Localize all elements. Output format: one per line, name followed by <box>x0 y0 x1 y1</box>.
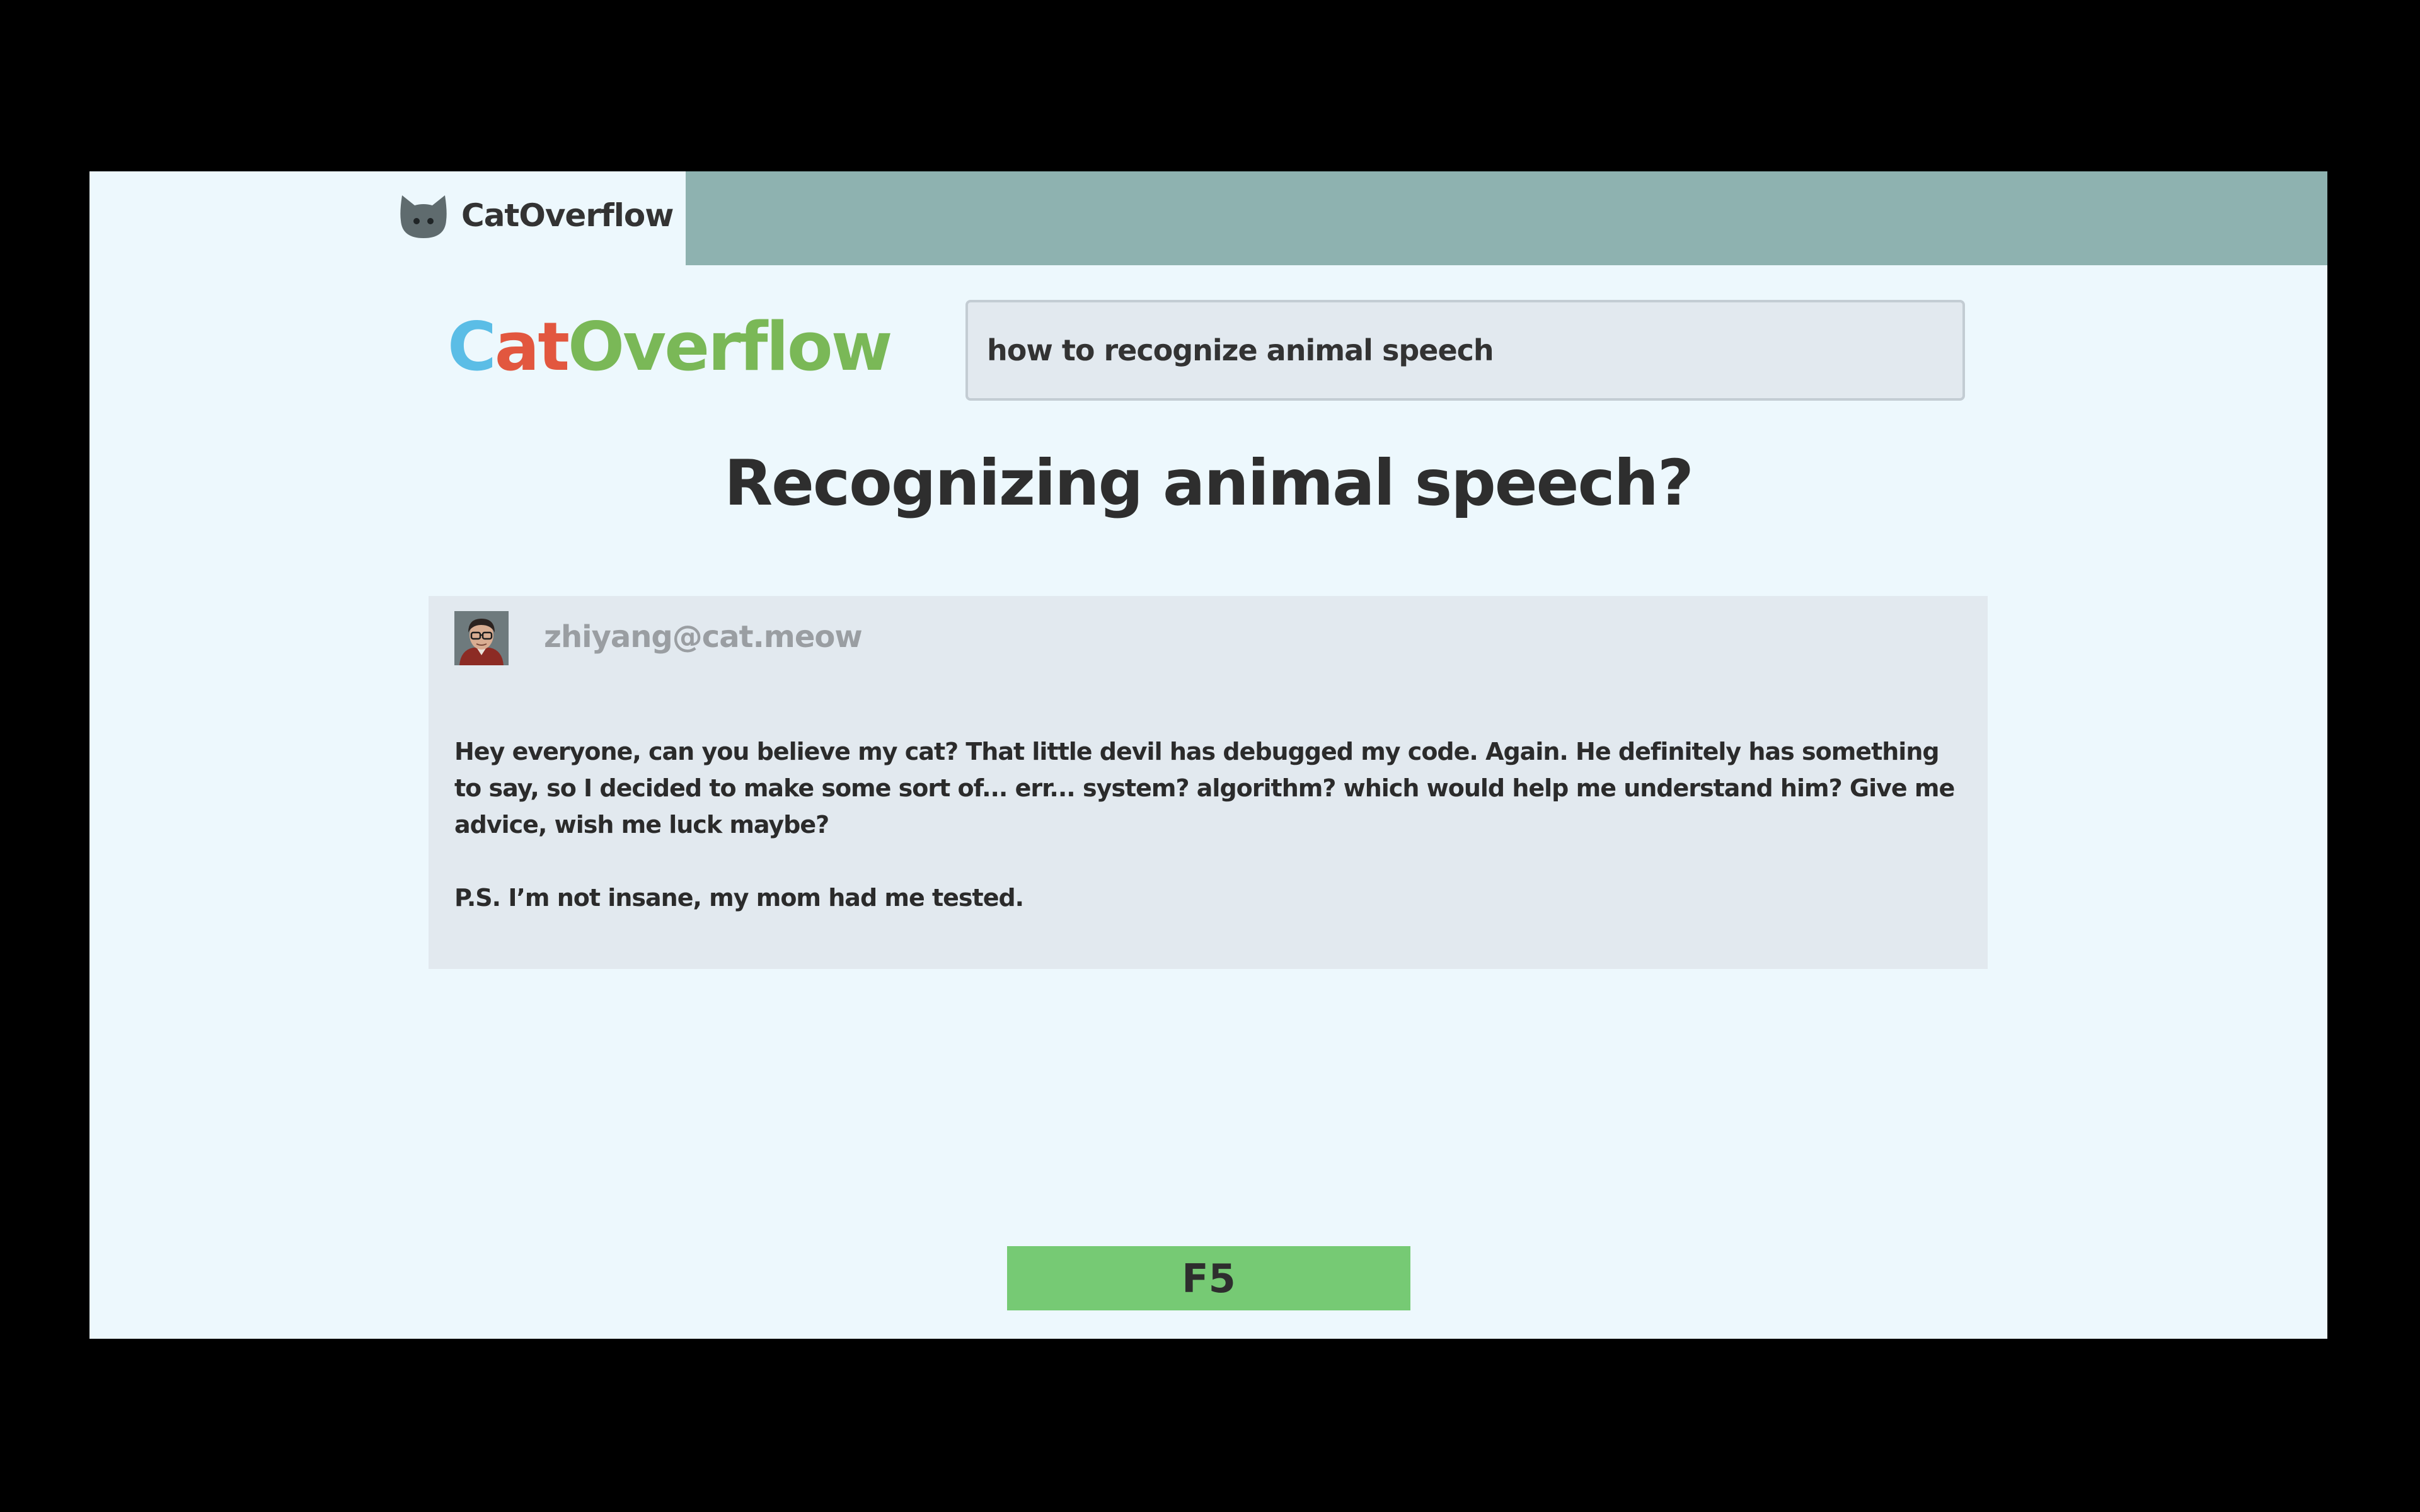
refresh-button[interactable]: F5 <box>1007 1246 1410 1310</box>
logo-part-c: C <box>447 308 497 386</box>
question-title: Recognizing animal speech? <box>724 446 1694 520</box>
logo-part-overflow: Overflow <box>568 308 893 386</box>
question-post: zhiyang@cat.meow Hey everyone, can you b… <box>429 596 1988 969</box>
cat-head-icon <box>400 195 447 238</box>
author-email[interactable]: zhiyang@cat.meow <box>544 615 863 659</box>
search-input[interactable] <box>965 300 1965 401</box>
tab-title: CatOverflow <box>461 197 674 234</box>
post-paragraph: P.S. I’m not insane, my mom had me teste… <box>454 884 1024 912</box>
browser-window: CatOverflow CatOverflow Recognizing anim… <box>89 171 2327 1339</box>
post-paragraph: Hey everyone, can you believe my cat? Th… <box>454 738 1955 839</box>
logo-part-at: at <box>494 308 570 386</box>
tab-bar: CatOverflow <box>89 171 2327 265</box>
avatar-icon[interactable] <box>454 611 509 665</box>
post-body: Hey everyone, can you believe my cat? Th… <box>454 733 1961 953</box>
browser-tab[interactable]: CatOverflow <box>89 171 686 265</box>
catoverflow-logo[interactable]: CatOverflow <box>447 306 893 388</box>
